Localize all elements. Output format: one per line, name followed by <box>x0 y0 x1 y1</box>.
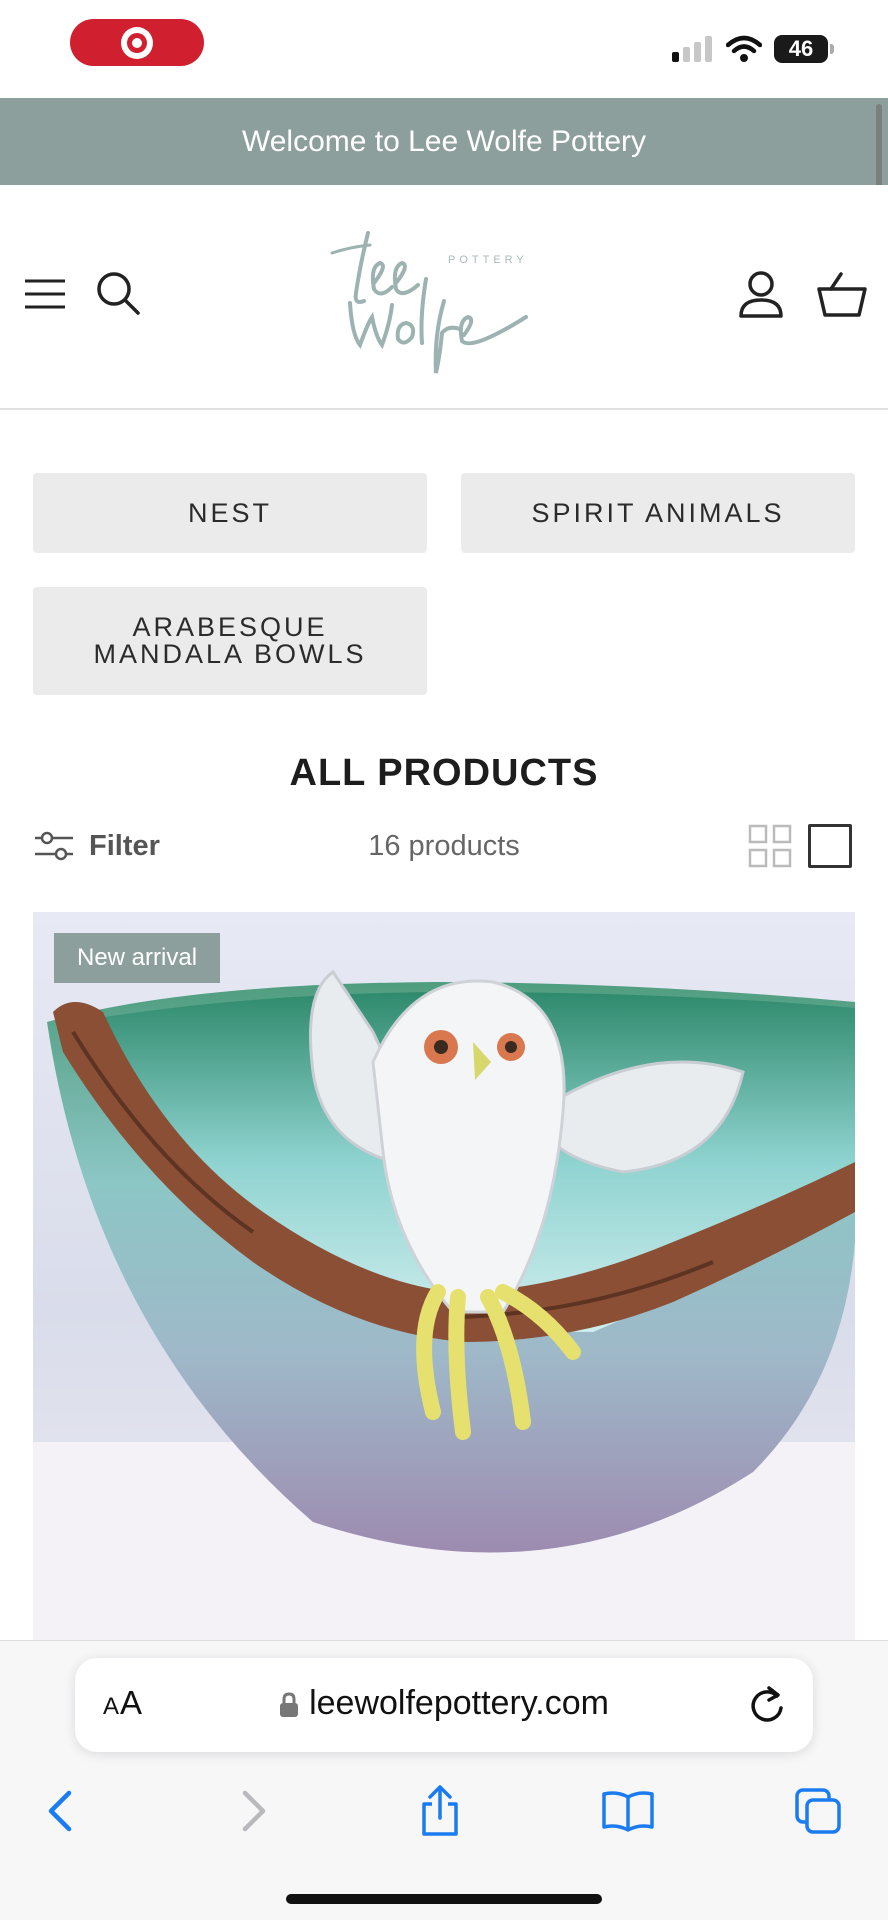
collection-button-spirit-animals[interactable]: SPIRIT ANIMALS <box>461 473 855 553</box>
lock-icon <box>280 1692 299 1718</box>
collection-button-arabesque-mandala-bowls[interactable]: ARABESQUE MANDALA BOWLS <box>33 587 427 695</box>
battery-level: 46 <box>788 36 814 61</box>
menu-icon <box>25 279 65 309</box>
logo-tagline: POTTERY <box>448 254 528 266</box>
address-bar[interactable]: AA leewolfepottery.com <box>75 1658 813 1752</box>
reload-icon[interactable] <box>747 1684 787 1726</box>
share-button[interactable] <box>410 1781 470 1841</box>
account-button[interactable] <box>736 269 786 319</box>
cellular-signal-icon <box>672 36 712 62</box>
single-view-button[interactable] <box>808 824 852 868</box>
share-icon <box>422 1785 458 1836</box>
new-arrival-badge: New arrival <box>54 933 221 983</box>
chevron-right-icon <box>242 1790 266 1832</box>
target-logo-icon <box>121 26 153 59</box>
tabs-button[interactable] <box>788 1781 848 1841</box>
search-icon <box>97 272 140 315</box>
collection-button-nest[interactable]: NEST <box>33 473 427 553</box>
cart-button[interactable] <box>816 269 868 319</box>
forward-button[interactable] <box>224 1781 284 1841</box>
battery-tip <box>830 44 834 54</box>
site-header: POTTERY <box>0 185 888 410</box>
lee-wolfe-logo-icon: POTTERY <box>330 231 528 374</box>
grid-view-icon <box>748 824 792 868</box>
page-title: ALL PRODUCTS <box>289 752 599 794</box>
status-bar: 46 <box>0 0 888 98</box>
tabs-icon <box>795 1788 841 1834</box>
menu-button[interactable] <box>22 271 68 317</box>
browser-toolbar: AA leewolfepottery.com <box>0 1640 888 1920</box>
url-display[interactable]: leewolfepottery.com <box>75 1684 813 1723</box>
book-icon <box>602 1791 654 1832</box>
chevron-left-icon <box>48 1790 72 1832</box>
announcement-text: Welcome to Lee Wolfe Pottery <box>241 124 647 158</box>
sliders-icon <box>35 831 73 861</box>
product-card[interactable]: New arrival <box>33 912 855 1640</box>
product-image[interactable] <box>33 912 855 1640</box>
wifi-icon <box>726 35 762 62</box>
filter-label: Filter <box>89 829 160 862</box>
bookmarks-button[interactable] <box>598 1781 658 1841</box>
grid-view-button[interactable] <box>748 824 792 868</box>
back-button[interactable] <box>30 1781 90 1841</box>
filter-button[interactable]: Filter <box>33 826 160 866</box>
url-text: leewolfepottery.com <box>309 1684 609 1722</box>
collection-links: NEST SPIRIT ANIMALS ARABESQUE MANDALA BO… <box>33 473 855 695</box>
home-indicator[interactable] <box>286 1894 602 1904</box>
announcement-bar: Welcome to Lee Wolfe Pottery <box>0 98 888 185</box>
screen-recording-indicator[interactable] <box>70 19 204 66</box>
site-logo[interactable]: POTTERY <box>330 205 560 380</box>
battery-icon: 46 <box>774 35 828 63</box>
basket-icon <box>817 272 867 317</box>
search-button[interactable] <box>94 269 142 317</box>
account-icon <box>739 271 783 318</box>
